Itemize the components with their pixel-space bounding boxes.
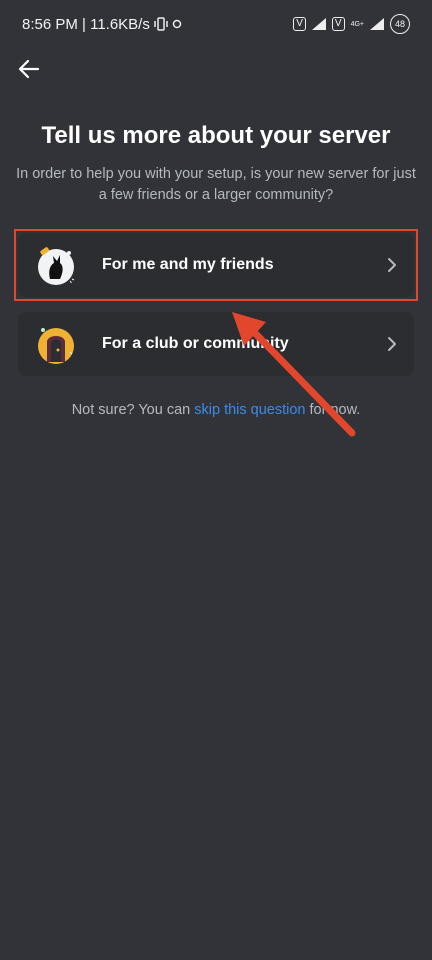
skip-question-link[interactable]: skip this question (194, 402, 305, 418)
club-icon (38, 328, 74, 364)
status-left: 8:56 PM | 11.6KB/s (22, 16, 182, 33)
friends-icon (38, 247, 75, 285)
status-bar: 8:56 PM | 11.6KB/s V V 4G+ 48 (0, 0, 432, 48)
status-right: V V 4G+ 48 (293, 14, 410, 34)
network-type: 4G+ (350, 20, 364, 28)
signal-icon (311, 18, 326, 30)
notification-dot-icon (172, 19, 182, 29)
sim1-badge: V (293, 17, 306, 31)
signal-icon-2 (370, 18, 384, 30)
chevron-right-icon (388, 258, 396, 272)
skip-suffix: for now. (305, 402, 361, 418)
page-subtitle: In order to help you with your setup, is… (16, 166, 416, 203)
option-friends-label: For me and my friends (102, 256, 274, 273)
back-arrow-icon (18, 59, 40, 79)
chevron-right-icon (388, 337, 396, 351)
vibrate-icon (154, 17, 168, 31)
back-button[interactable] (14, 54, 44, 84)
battery-indicator: 48 (390, 14, 410, 34)
skip-line: Not sure? You can skip this question for… (0, 402, 432, 418)
skip-prefix: Not sure? You can (71, 402, 195, 418)
sim2-badge: V (331, 17, 345, 31)
option-friends[interactable]: For me and my friends (18, 233, 414, 297)
status-time: 8:56 PM | 11.6KB/s (22, 15, 150, 33)
page-title: Tell us more about your server (41, 122, 391, 149)
option-club-label: For a club or community (102, 335, 289, 352)
option-club[interactable]: For a club or community (18, 312, 414, 376)
